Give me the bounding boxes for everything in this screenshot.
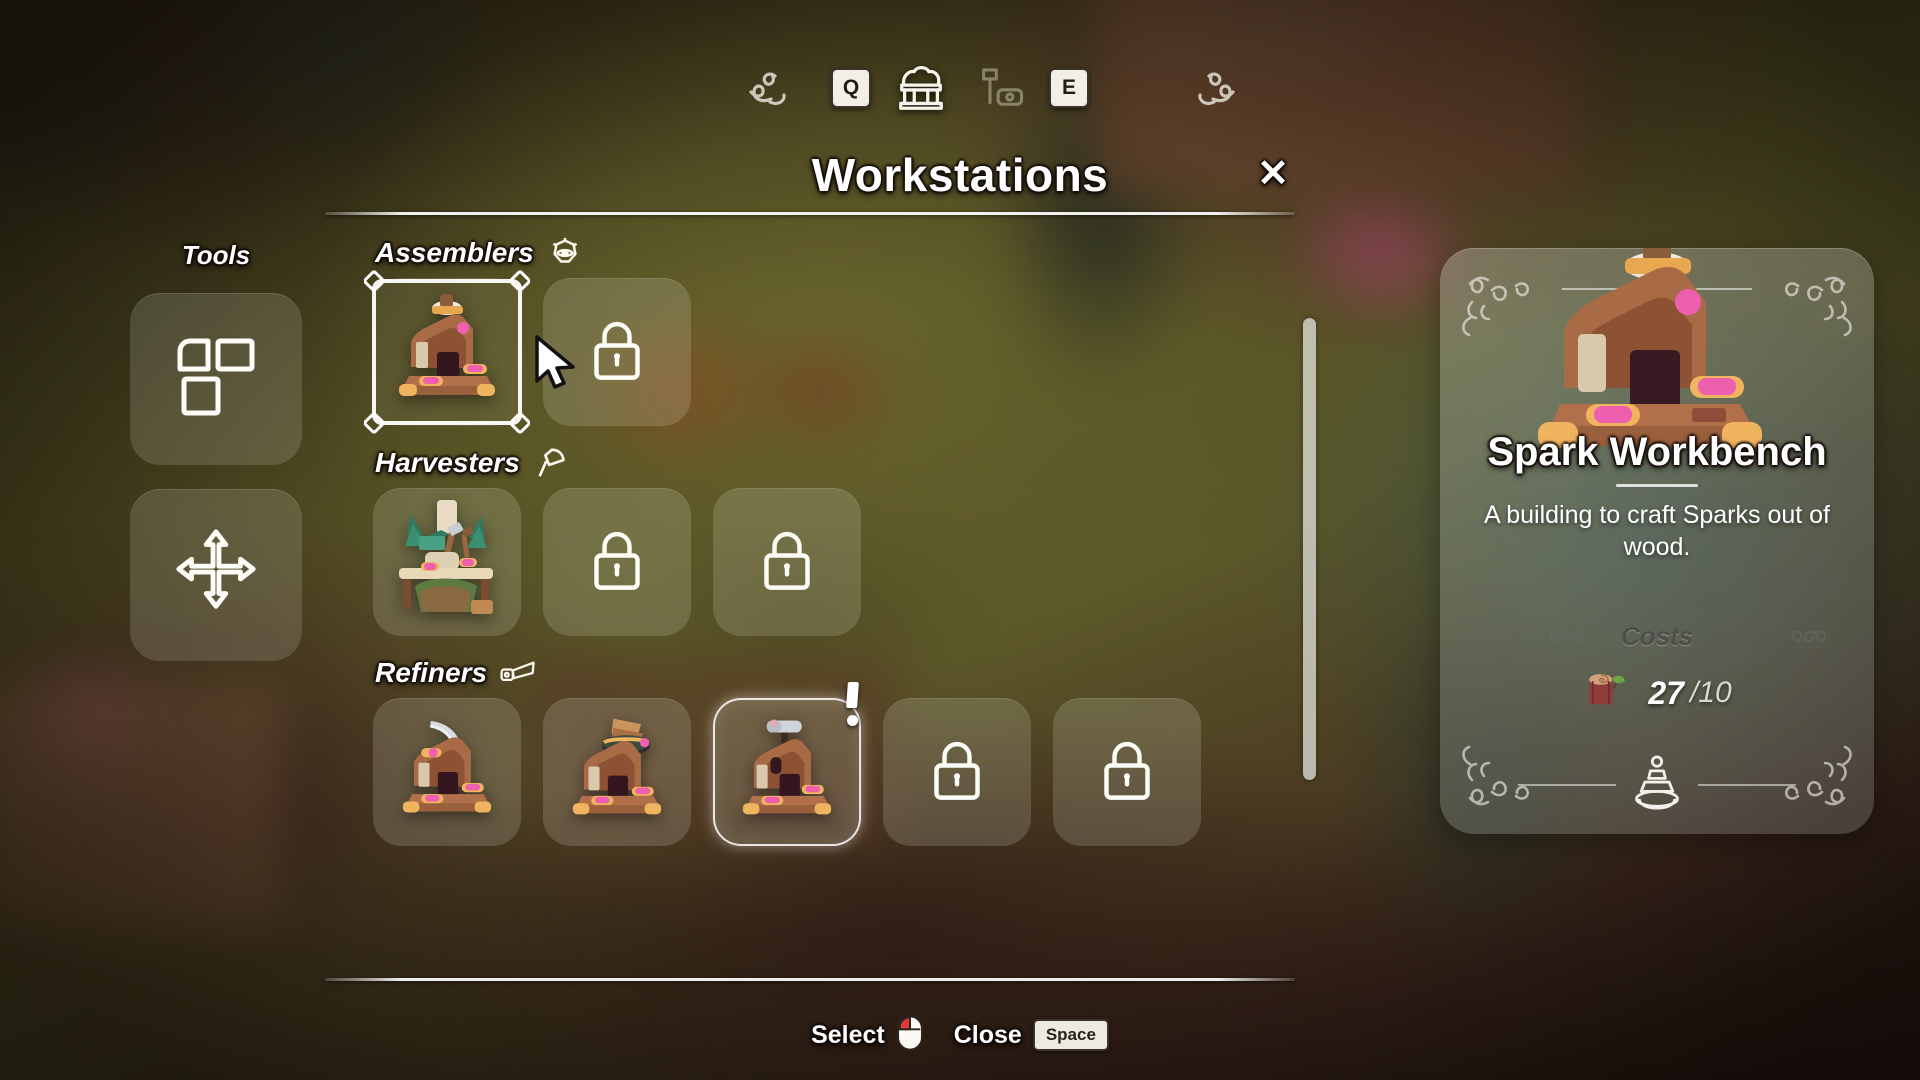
page-title: Workstations (811, 149, 1109, 201)
move-tool[interactable] (130, 489, 302, 661)
locked-slot[interactable] (1053, 698, 1201, 846)
locked-slot[interactable] (543, 278, 691, 426)
row-assemblers: Assemblers (363, 228, 1303, 434)
ornament-scroll-right-icon (1705, 624, 1827, 648)
refiner-c-sprite (730, 715, 844, 829)
exclamation-dot (846, 715, 858, 726)
lock-icon (928, 737, 986, 808)
locked-slot[interactable] (543, 488, 691, 636)
workstation-list: Assemblers Harvesters Refiners (363, 228, 1303, 974)
lock-icon (588, 527, 646, 598)
category-nav: Q E (0, 56, 1920, 120)
hint-select-label: Select (811, 1020, 885, 1049)
row-harvesters: Harvesters (373, 438, 1303, 636)
row-refiners: Refiners (373, 648, 1303, 846)
decorations-category-icon[interactable] (971, 60, 1027, 116)
ornament-swirl-right-icon (1111, 62, 1235, 114)
detail-bottom-rule-left (1518, 784, 1616, 786)
detail-title-separator (1616, 484, 1698, 487)
divider-top (325, 212, 1295, 215)
refiner-a-sprite (390, 715, 504, 829)
hint-select: Select (811, 1014, 924, 1057)
slot-row (373, 682, 1303, 846)
cost-need: /10 (1689, 676, 1732, 709)
row-label-refiners: Refiners (375, 657, 488, 688)
space-key[interactable]: Space (1032, 1019, 1109, 1051)
tools-label: Tools (181, 240, 251, 270)
row-label-harvesters: Harvesters (375, 447, 520, 478)
detail-panel: Spark Workbench A building to craft Spar… (1440, 248, 1874, 834)
divider-bottom (325, 978, 1295, 981)
slot-row (373, 488, 1303, 636)
refiner-b-sprite (560, 715, 674, 829)
prev-category-key[interactable]: Q (831, 68, 871, 108)
tools-panel: Tools (126, 240, 306, 685)
row-header: Refiners (373, 648, 1303, 698)
costs-label: Costs (1620, 620, 1694, 651)
slot-row (363, 270, 1303, 434)
workstations-category-icon[interactable] (893, 60, 949, 116)
row-header: Assemblers (373, 228, 1303, 278)
lock-icon (1098, 737, 1156, 808)
content-scrollbar[interactable] (1303, 318, 1316, 780)
next-category-key[interactable]: E (1049, 68, 1089, 108)
row-header: Harvesters (373, 438, 1303, 488)
cost-item: 27 /10 (1440, 666, 1874, 720)
lock-icon (588, 317, 646, 388)
ornament-swirl-left-icon (745, 62, 809, 114)
detail-building-preview (1512, 248, 1802, 448)
costs-header: Costs (1440, 616, 1874, 656)
lock-icon (758, 527, 816, 598)
row-label-assemblers: Assemblers (375, 237, 534, 268)
spark-workbench[interactable] (363, 270, 531, 434)
detail-bottom-rule-right (1698, 784, 1796, 786)
lumber-harvester[interactable] (373, 488, 521, 636)
mouse-left-click-icon (896, 1014, 924, 1057)
sawmill-refiner[interactable] (373, 698, 521, 846)
harvester-sprite (385, 500, 509, 624)
move-arrows-icon (169, 526, 263, 625)
eye-gear-icon (546, 234, 584, 272)
axe-icon (532, 444, 570, 482)
hammer-refiner[interactable] (713, 682, 861, 846)
locked-slot[interactable] (883, 698, 1031, 846)
hint-bar: Select Close Space (0, 1012, 1920, 1058)
blueprint-grid-icon (170, 331, 262, 428)
hint-close-label: Close (953, 1020, 1022, 1049)
wood-log-icon (1582, 668, 1632, 719)
hint-close: Close Space (954, 1019, 1109, 1051)
exclamation-bar (845, 682, 859, 708)
detail-bottom-ornament (1440, 752, 1874, 818)
lamp-ornament-icon (1630, 752, 1684, 819)
ornament-scroll-left-icon (1547, 624, 1609, 648)
saw-icon (499, 654, 537, 692)
cost-have: 27 (1648, 674, 1684, 711)
workbench-sprite (385, 290, 509, 414)
plank-refiner[interactable] (543, 698, 691, 846)
detail-title: Spark Workbench (1487, 430, 1827, 474)
close-x-icon[interactable]: ✕ (1253, 154, 1293, 194)
blueprint-tool[interactable] (130, 293, 302, 465)
detail-description: A building to craft Sparks out of wood. (1483, 501, 1831, 561)
locked-slot[interactable] (713, 488, 861, 636)
